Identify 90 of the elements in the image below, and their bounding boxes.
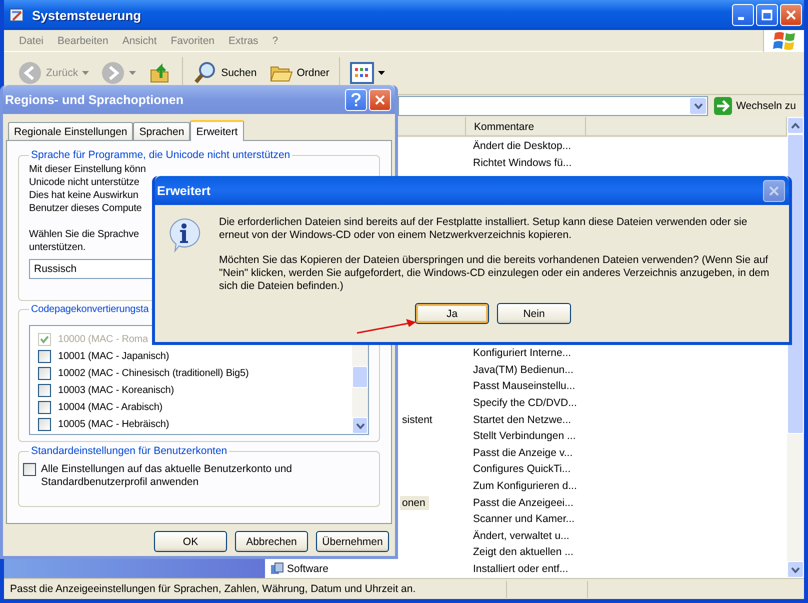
program-icon <box>270 562 284 576</box>
dialog-button[interactable]: Ja <box>415 303 489 324</box>
group-title: Standardeinstellungen für Benutzerkonten <box>30 445 228 457</box>
window-title: Systemsteuerung <box>32 8 142 22</box>
description-text: Dies hat keine Auswirkun <box>29 190 138 201</box>
minimize-button[interactable] <box>732 4 754 26</box>
file-name[interactable]: sistent <box>400 412 436 427</box>
close-icon <box>374 94 386 106</box>
tab[interactable]: Regionale Einstellungen <box>8 122 134 140</box>
checkbox[interactable] <box>23 463 36 476</box>
checkmark-icon <box>40 335 49 344</box>
menu-item[interactable]: Ansicht <box>115 34 164 46</box>
comment-cell-text: Zum Konfigurieren d... <box>472 480 578 492</box>
comment-cell-text: Configures QuickTi... <box>472 463 572 476</box>
column-header[interactable]: Kommentare <box>466 117 586 137</box>
search-button[interactable]: Suchen <box>189 59 261 87</box>
description-text: Benutzer dieses Compute <box>29 203 142 214</box>
checkbox-label: 10001 (MAC - Japanisch) <box>58 351 170 362</box>
checkbox-label: 10005 (MAC - Hebräisch) <box>58 419 170 430</box>
group-title: Sprache für Programme, die Unicode nicht unterstützen <box>30 149 292 161</box>
comment-cell-text: Java(TM) Bedienun... <box>472 364 574 376</box>
checkbox[interactable] <box>38 367 51 380</box>
control-panel-icon <box>8 6 26 24</box>
comment-cell-text: Scanner und Kamer... <box>472 513 576 526</box>
menu-item[interactable]: ? <box>265 34 286 46</box>
checkbox-label: 10002 (MAC - Chinesisch (traditionell) Big5) <box>58 368 249 379</box>
dialog-button[interactable]: OK <box>154 531 227 552</box>
menu-item[interactable]: Bearbeiten <box>50 34 116 46</box>
close-icon <box>768 184 780 196</box>
comment-cell-text: Startet den Netzwe... <box>472 414 572 426</box>
comment-cell-text: Stellt Verbindungen ... <box>472 430 577 442</box>
message-text: Möchten Sie das Kopieren der Dateien überspringen und die bereits vorhandenen Dateien verwenden? (Wenn Sie auf "Nein" klicken, werden Sie aufgefordert, die Windows-CD einzulegen oder ein anderes Verzeichnis anzugeben, in dem sich die Dateien befinden.) <box>219 254 770 293</box>
checkbox-label: Alle Einstellungen auf das aktuelle Benutzerkonto und Standardbenutzerprofil anwenden <box>41 463 294 489</box>
chevron-down-icon <box>356 422 364 428</box>
maximize-icon <box>761 9 773 21</box>
description-text: Mit dieser Einstellung könn <box>29 164 146 175</box>
checkbox-label: 10000 (MAC - Roma <box>58 334 148 345</box>
file-name[interactable]: onen <box>400 496 430 510</box>
message-text: Die erforderlichen Dateien sind bereits auf der Festplatte installiert. Setup kann diese Dateien verwenden oder sie erneut von der Windows-CD oder von einem Netzwerkverzeichnis kopieren. <box>219 216 748 242</box>
menu-item[interactable]: Extras <box>222 34 266 46</box>
comment-cell-text: Ändert, verwaltet u... <box>472 530 570 542</box>
comment-cell-text: Konfiguriert Interne... <box>472 347 572 360</box>
views-grid-icon <box>350 62 374 84</box>
checkbox[interactable] <box>38 384 51 397</box>
checkbox[interactable] <box>38 350 51 363</box>
comment-cell-text: Ändert die Desktop... <box>472 140 572 152</box>
menu-item[interactable]: Favoriten <box>164 34 222 46</box>
comment-cell-text: Passt Mauseinstellu... <box>472 380 576 392</box>
annotation-arrow <box>356 318 418 336</box>
prompt-text: Wählen Sie die Sprachve <box>29 229 139 240</box>
caret-icon <box>82 71 90 75</box>
checkbox-label: 10004 (MAC - Arabisch) <box>58 402 163 413</box>
dialog-title: Regions- und Sprachoptionen <box>5 92 184 106</box>
comment-cell-text: Zeigt den aktuellen ... <box>472 546 574 558</box>
dropdown-button[interactable] <box>690 98 706 114</box>
close-icon <box>785 9 797 21</box>
chevron-down-icon <box>694 103 703 109</box>
arrow-right-icon <box>714 97 732 115</box>
description-text: Unicode nicht unterstütze <box>29 177 140 188</box>
info-icon <box>167 217 201 253</box>
dialog-button[interactable]: Übernehmen <box>316 531 389 552</box>
dialog-button[interactable]: Abbrechen <box>235 531 308 552</box>
maximize-button[interactable] <box>756 4 778 26</box>
group-title: Codepagekonvertierungsta <box>30 304 150 315</box>
caret-icon <box>129 71 136 75</box>
menu-item[interactable]: Datei <box>12 34 51 46</box>
address-field[interactable] <box>398 96 708 116</box>
comment-cell-text: Richtet Windows fü... <box>472 156 573 168</box>
dialog-button[interactable]: Nein <box>497 303 571 324</box>
status-text: Passt die Anzeigeeinstellungen für Sprachen, Zahlen, Währung, Datum und Uhrzeit an. <box>9 583 417 595</box>
comment-cell-text: Specify the CD/DVD... <box>472 397 578 410</box>
checkbox[interactable] <box>38 418 51 431</box>
go-button[interactable]: Wechseln zu <box>714 97 796 115</box>
caret-icon <box>378 71 386 75</box>
prompt-text: unterstützen. <box>29 242 86 253</box>
tab[interactable]: Erweitert <box>190 120 244 141</box>
chevron-down-icon <box>791 566 800 572</box>
search-icon <box>193 61 218 85</box>
flag-icon <box>773 30 795 50</box>
checkbox-label: 10003 (MAC - Koreanisch) <box>58 385 174 396</box>
file-name[interactable]: Software <box>268 561 332 578</box>
checkbox[interactable] <box>38 401 51 414</box>
comment-cell-text: Passt die Anzeigeei... <box>472 496 574 509</box>
comment-cell-text: Installiert oder entf... <box>472 563 570 576</box>
comment-cell-text: Passt die Anzeige v... <box>472 446 574 459</box>
minimize-icon <box>738 17 744 20</box>
question-mark-icon <box>351 92 361 106</box>
chevron-up-icon <box>791 122 800 128</box>
tab[interactable]: Sprachen <box>133 122 190 140</box>
dialog-title: Erweitert <box>157 184 212 198</box>
